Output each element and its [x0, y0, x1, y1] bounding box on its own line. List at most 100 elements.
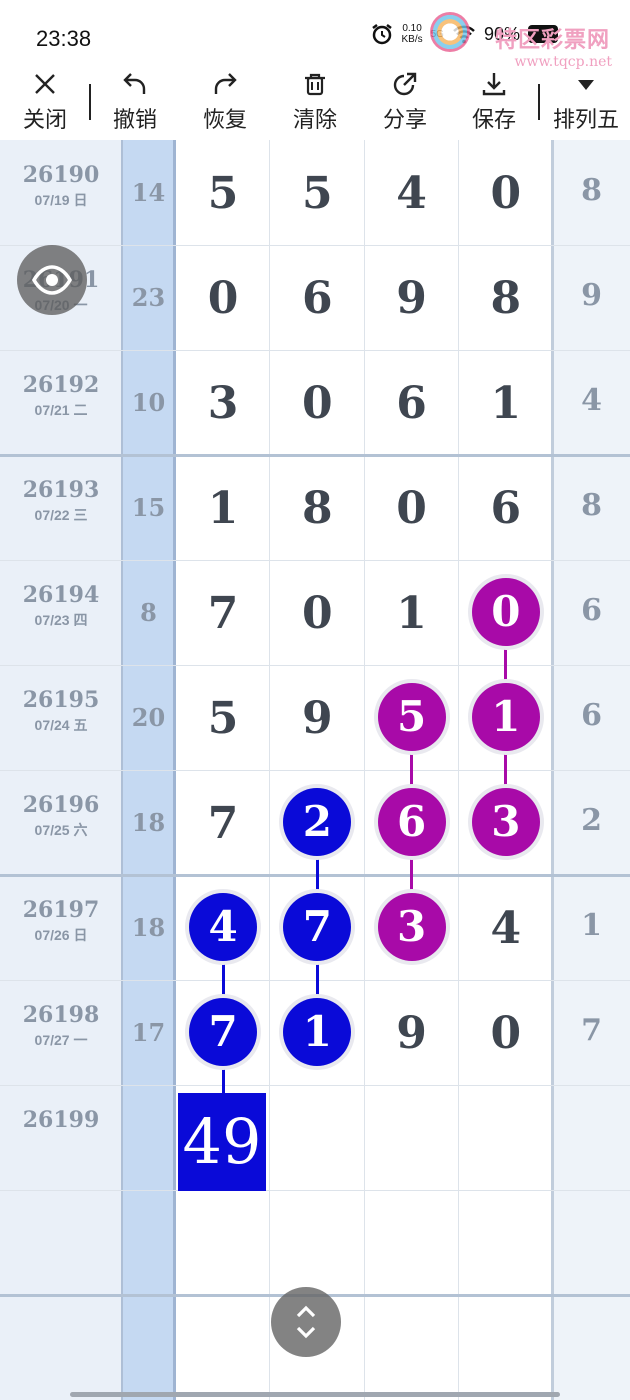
digit-cell[interactable]: 1	[176, 483, 270, 534]
extra-cell: 6	[581, 698, 602, 733]
digit-cell[interactable]: 6	[459, 483, 553, 534]
digit-cell[interactable]: 4	[459, 903, 553, 954]
digit-cell[interactable]: 8	[270, 483, 364, 534]
toolbar: 关闭 撤销 恢复 清除 分享 保存 排列五	[0, 62, 630, 140]
lottery-type-dropdown[interactable]: 排列五	[546, 62, 626, 140]
digit-cell[interactable]: 0	[270, 378, 364, 429]
period-number: 26199	[22, 1107, 100, 1133]
toolbar-separator	[538, 84, 540, 120]
chevron-up-down-icon	[296, 1305, 316, 1339]
share-button[interactable]: 分享	[374, 62, 436, 140]
digit-cell[interactable]: 6	[365, 378, 459, 429]
digit-cell[interactable]: 3	[176, 378, 270, 429]
connector-line	[410, 751, 414, 788]
highlight-ball[interactable]: 6	[377, 788, 446, 856]
period-number: 26193	[22, 477, 100, 503]
digit-cell[interactable]: 9	[365, 273, 459, 324]
digit-cell[interactable]: 4	[365, 168, 459, 219]
visibility-toggle-button[interactable]	[17, 245, 87, 315]
connector-line	[315, 961, 319, 998]
sum-cell: 17	[131, 1018, 166, 1047]
digit-cell[interactable]: 0	[270, 588, 364, 639]
alarm-icon	[371, 24, 392, 45]
digit-cell[interactable]: 7	[176, 798, 270, 849]
highlight-ball[interactable]: 1	[471, 683, 540, 751]
save-label: 保存	[471, 107, 516, 132]
download-icon	[482, 73, 506, 96]
predicted-sum-box[interactable]: 49	[178, 1093, 266, 1191]
period-date: 07/27 一	[34, 1032, 88, 1048]
redo-button[interactable]: 恢复	[194, 62, 256, 140]
highlight-ball[interactable]: 7	[189, 998, 258, 1066]
period-number: 26194	[22, 582, 100, 608]
highlight-ball[interactable]: 1	[283, 998, 352, 1066]
connector-line	[315, 856, 319, 893]
watermark-title: 特区彩票网	[494, 27, 610, 53]
extra-cell: 9	[581, 278, 602, 313]
digit-cell[interactable]: 5	[176, 693, 270, 744]
period-cell: 26192 07/21 二	[0, 350, 122, 455]
extra-cell: 6	[581, 593, 602, 628]
sum-cell: 18	[131, 913, 166, 942]
digit-cell[interactable]: 6	[270, 273, 364, 324]
close-icon	[35, 74, 55, 94]
save-button[interactable]: 保存	[463, 62, 525, 140]
extra-cell: 8	[581, 488, 602, 523]
sum-cell: 23	[131, 283, 166, 312]
sum-cell: 15	[131, 493, 166, 522]
extra-cell: 4	[581, 383, 602, 418]
period-date: 07/24 五	[34, 717, 88, 733]
connector-line	[504, 751, 508, 788]
digit-cell[interactable]: 9	[365, 1008, 459, 1059]
highlight-ball[interactable]: 4	[189, 893, 258, 961]
extra-cell: 7	[581, 1013, 602, 1048]
highlight-ball[interactable]: 3	[377, 893, 446, 961]
digit-cell[interactable]: 0	[459, 168, 553, 219]
sum-cell: 20	[131, 703, 166, 732]
scroll-expand-button[interactable]	[271, 1287, 341, 1357]
digit-cell[interactable]: 1	[365, 588, 459, 639]
draw-chart-grid: 2619007/19 日14554082619107/20 一230698926…	[0, 140, 630, 1400]
dropdown-triangle-icon	[578, 80, 594, 90]
highlight-ball[interactable]: 2	[283, 788, 352, 856]
close-button[interactable]: 关闭	[14, 62, 76, 140]
period-number: 26192	[22, 372, 100, 398]
period-cell: 26199	[0, 1085, 122, 1190]
digit-cell[interactable]: 5	[270, 168, 364, 219]
digit-cell[interactable]: 5	[176, 168, 270, 219]
digit-cell[interactable]: 0	[176, 273, 270, 324]
digit-cell[interactable]: 7	[176, 588, 270, 639]
highlight-ball[interactable]: 7	[283, 893, 352, 961]
digit-cell[interactable]: 9	[270, 693, 364, 744]
period-number: 26196	[22, 792, 100, 818]
period-date: 07/25 六	[34, 822, 88, 838]
digit-cell[interactable]: 1	[459, 378, 553, 429]
extra-cell: 2	[581, 803, 602, 838]
digit-cell[interactable]: 0	[459, 1008, 553, 1059]
home-indicator	[70, 1392, 560, 1397]
sum-cell: 18	[131, 808, 166, 837]
trash-icon	[305, 73, 325, 96]
sum-cell: 10	[131, 388, 166, 417]
period-date: 07/21 二	[34, 402, 88, 418]
watermark-logo-icon	[430, 12, 470, 52]
undo-button[interactable]: 撤销	[104, 62, 166, 140]
period-date: 07/22 三	[34, 507, 88, 523]
highlight-ball[interactable]: 0	[471, 578, 540, 646]
highlight-ball[interactable]: 5	[377, 683, 446, 751]
period-cell: 26197 07/26 日	[0, 875, 122, 980]
sum-cell: 8	[140, 598, 157, 627]
extra-cell: 1	[581, 908, 602, 943]
period-cell: 26196 07/25 六	[0, 770, 122, 875]
close-label: 关闭	[22, 107, 67, 132]
highlight-ball[interactable]: 3	[471, 788, 540, 856]
period-number: 26190	[22, 162, 100, 188]
digit-cell[interactable]: 0	[365, 483, 459, 534]
status-time: 23:38	[36, 26, 92, 51]
digit-cell[interactable]: 8	[459, 273, 553, 324]
period-number: 26198	[22, 1002, 100, 1028]
toolbar-separator	[89, 84, 91, 120]
share-label: 分享	[382, 107, 427, 132]
period-date: 07/19 日	[34, 192, 88, 208]
clear-button[interactable]: 清除	[284, 62, 346, 140]
